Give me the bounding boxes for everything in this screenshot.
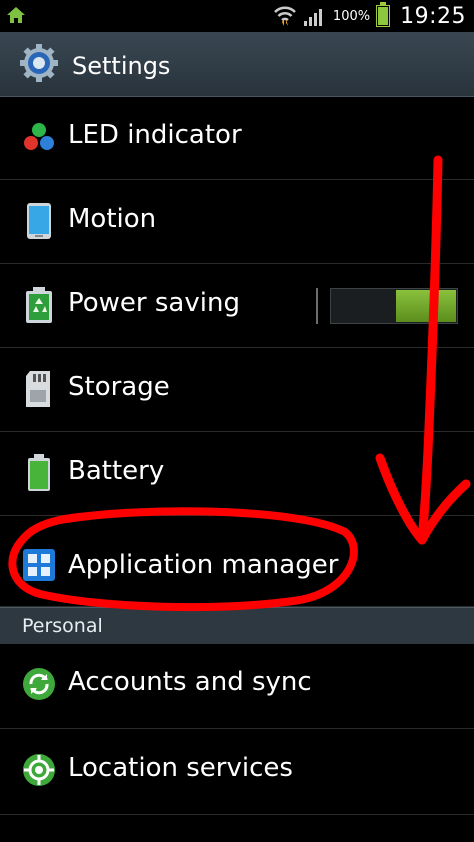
led-indicator-icon	[24, 123, 54, 150]
motion-phone-icon	[27, 203, 51, 239]
settings-item-led-indicator[interactable]: LED indicator	[0, 96, 474, 180]
settings-item-label: Power saving	[68, 288, 240, 318]
settings-item-storage[interactable]: Storage	[0, 348, 474, 432]
location-icon	[23, 754, 55, 786]
settings-item-label: Location services	[68, 753, 293, 783]
page-title: Settings	[72, 52, 171, 80]
wifi-icon	[274, 6, 296, 26]
settings-item-label: Accounts and sync	[68, 667, 312, 697]
recycle-icon	[26, 287, 52, 323]
settings-item-label: Application manager	[68, 550, 339, 580]
settings-item-label: Battery	[68, 456, 165, 486]
settings-item-battery[interactable]: Battery	[0, 432, 474, 516]
action-bar: Settings	[0, 32, 474, 97]
settings-item-motion[interactable]: Motion	[0, 180, 474, 264]
power-saving-toggle[interactable]	[316, 288, 458, 324]
settings-item-application-manager[interactable]: Application manager	[0, 516, 474, 607]
sd-card-icon	[26, 371, 50, 407]
status-icons: 100% 19:25	[273, 0, 466, 32]
settings-item-label: Storage	[68, 372, 170, 402]
toggle-thumb	[396, 290, 456, 322]
section-header-personal: Personal	[0, 607, 474, 644]
battery-percent: 100%	[332, 8, 371, 24]
sync-icon	[23, 668, 55, 700]
status-bar: 100% 19:25	[0, 0, 474, 32]
toggle-divider	[316, 288, 318, 324]
settings-item-power-saving[interactable]: Power saving	[0, 264, 474, 348]
home-icon	[7, 7, 25, 23]
settings-item-label: LED indicator	[68, 120, 242, 150]
section-header-label: Personal	[22, 615, 103, 637]
settings-item-label: Motion	[68, 204, 157, 234]
status-battery-icon	[376, 2, 391, 27]
apps-grid-icon	[23, 549, 55, 581]
battery-icon	[28, 454, 50, 491]
gear-icon[interactable]	[18, 42, 60, 84]
clock: 19:25	[400, 3, 466, 29]
settings-item-location-services[interactable]: Location services	[0, 729, 474, 815]
signal-icon	[303, 9, 322, 26]
settings-item-accounts-and-sync[interactable]: Accounts and sync	[0, 643, 474, 729]
